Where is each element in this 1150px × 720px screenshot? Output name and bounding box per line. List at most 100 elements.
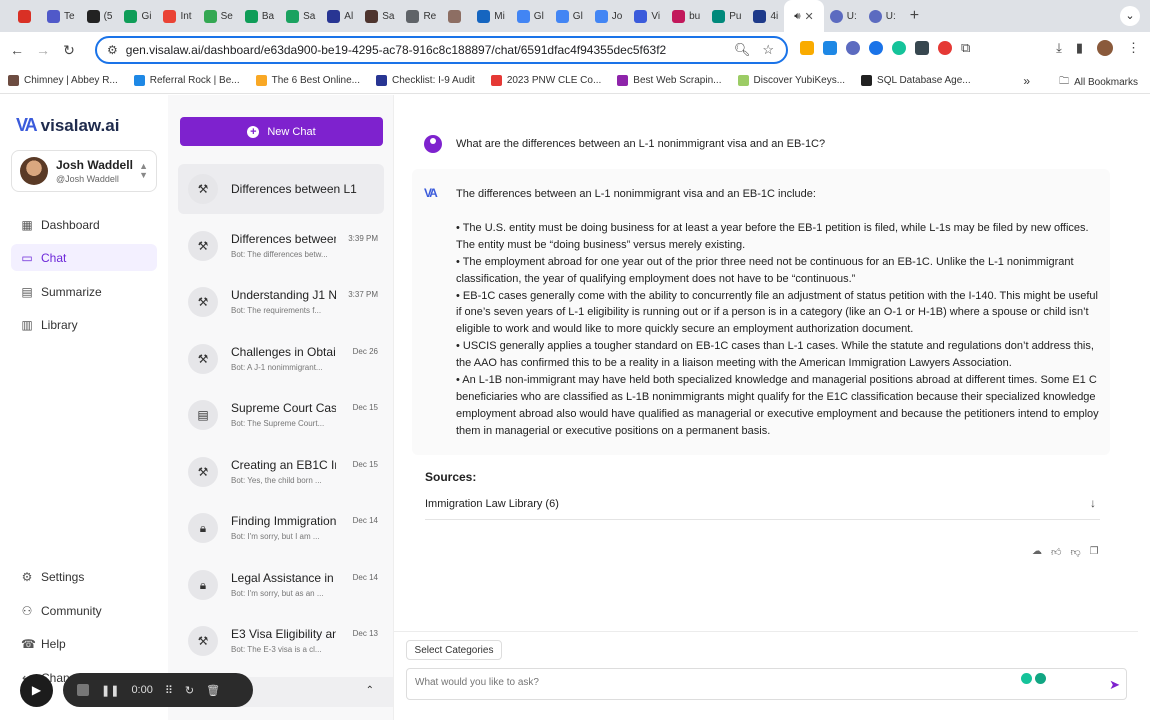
- nav-item-help[interactable]: ☎ Help: [11, 630, 157, 657]
- nav-item-library[interactable]: ▥ Library: [11, 311, 157, 338]
- bookmark-item[interactable]: Best Web Scrapin...: [617, 75, 722, 86]
- pause-icon[interactable]: ❚❚: [101, 684, 119, 697]
- more-bookmarks-icon[interactable]: »: [1023, 74, 1030, 88]
- zoom-search-icon[interactable]: 🔍︎: [734, 42, 751, 58]
- bookmark-item[interactable]: Checklist: I-9 Audit: [376, 75, 475, 86]
- chat-date: Dec 13: [352, 629, 378, 638]
- send-icon[interactable]: ➤: [1109, 677, 1120, 693]
- camera-icon[interactable]: ▶: [20, 673, 53, 707]
- nav-item-chat[interactable]: ▭ Chat: [11, 244, 157, 271]
- browser-tab[interactable]: U:: [863, 0, 902, 32]
- extension-icon[interactable]: [915, 41, 929, 55]
- profile-avatar[interactable]: [1097, 40, 1113, 56]
- copy-icon[interactable]: ❐: [1090, 546, 1099, 558]
- browser-tab[interactable]: bu: [666, 0, 706, 32]
- browser-tab[interactable]: Gi: [118, 0, 157, 32]
- bookmark-item[interactable]: SQL Database Age...: [861, 75, 971, 86]
- thumbs-down-icon[interactable]: 👎︎: [1070, 546, 1080, 558]
- nav-item-label: Library: [41, 317, 78, 332]
- source-item[interactable]: Immigration Law Library (6) ↓: [425, 494, 1100, 520]
- download-icon[interactable]: ⤓: [1056, 40, 1062, 56]
- browser-tab[interactable]: Ba: [239, 0, 280, 32]
- browser-tab[interactable]: U:: [824, 0, 863, 32]
- browser-tab[interactable]: Pu: [706, 0, 747, 32]
- browser-tab[interactable]: Al: [321, 0, 359, 32]
- chat-list-item[interactable]: 🔒︎ Legal Assistance in NYC Dec 14 Bot: I'm …: [178, 560, 384, 610]
- chat-list-item[interactable]: ⚒ Challenges in Obtaining Dec 26 Bot: A J-1…: [178, 334, 384, 384]
- extension-icon[interactable]: [869, 41, 883, 55]
- close-tab-icon[interactable]: ✕: [805, 10, 814, 23]
- select-categories-button[interactable]: Select Categories: [406, 640, 502, 660]
- arrow-down-icon[interactable]: ↓: [1090, 496, 1096, 510]
- kebab-menu-icon[interactable]: ⋮: [1127, 40, 1140, 56]
- bookmark-favicon-icon: [133, 75, 145, 86]
- ask-input[interactable]: [415, 677, 1015, 688]
- browser-tab[interactable]: Vi: [628, 0, 666, 32]
- trash-icon[interactable]: 🗑︎: [206, 684, 220, 697]
- browser-tab[interactable]: 4i: [747, 0, 784, 32]
- new-tab-icon[interactable]: +: [910, 7, 919, 25]
- user-info: Josh Waddell @Josh Waddell: [56, 158, 133, 184]
- chat-list-item[interactable]: ▤ Supreme Court Cases Dec 15 Bot: The Supre…: [178, 390, 384, 440]
- chat-title: Differences between L1: [231, 182, 357, 196]
- gavel-icon: ⚒: [188, 174, 218, 204]
- extension-icon[interactable]: [892, 41, 906, 55]
- user-card[interactable]: Josh Waddell @Josh Waddell ▲ ▼: [11, 150, 157, 192]
- sidepanel-icon[interactable]: ▮: [1076, 40, 1083, 56]
- reload-icon[interactable]: ↻: [56, 42, 82, 59]
- nav-item-label: Chat: [41, 250, 67, 265]
- tab-search-button[interactable]: ⌄: [1120, 6, 1140, 26]
- bookmark-star-icon[interactable]: ☆: [762, 42, 774, 58]
- browser-tab[interactable]: Gl: [511, 0, 550, 32]
- browser-tab[interactable]: Re: [400, 0, 442, 32]
- extension-icon[interactable]: [938, 41, 952, 55]
- browser-tab[interactable]: Sa: [359, 0, 400, 32]
- forward-icon[interactable]: →: [30, 42, 56, 58]
- extension-icon[interactable]: [846, 41, 860, 55]
- back-icon[interactable]: ←: [4, 42, 30, 58]
- grammarly-icon[interactable]: [1035, 673, 1046, 684]
- browser-tab[interactable]: (5: [81, 0, 119, 32]
- brand-logo[interactable]: VA visalaw.ai: [16, 115, 119, 136]
- new-chat-button[interactable]: + New Chat: [180, 117, 383, 146]
- stop-icon[interactable]: [77, 684, 89, 696]
- extension-icon[interactable]: [823, 41, 837, 55]
- puzzle-icon[interactable]: ⧉: [961, 40, 970, 56]
- thumbs-up-icon[interactable]: 👍︎: [1051, 546, 1061, 558]
- download-icon[interactable]: ☁: [1032, 546, 1042, 558]
- browser-tab[interactable]: Mi: [471, 0, 511, 32]
- bookmark-item[interactable]: Referral Rock | Be...: [133, 75, 240, 86]
- extension-icon[interactable]: [800, 41, 814, 55]
- all-bookmarks-button[interactable]: 🗀 All Bookmarks: [1059, 74, 1138, 91]
- nav-item-summarize[interactable]: ▤ Summarize: [11, 278, 157, 305]
- bookmark-item[interactable]: The 6 Best Online...: [255, 75, 360, 86]
- browser-tab[interactable]: Sa: [280, 0, 321, 32]
- grammarly-bulb-icon[interactable]: [1021, 673, 1032, 684]
- chat-list-item[interactable]: ⚒ Differences between L1 3:39 PM Bot: The d…: [178, 221, 384, 271]
- browser-tab[interactable]: [442, 0, 471, 32]
- browser-tab[interactable]: Te: [41, 0, 81, 32]
- browser-tab[interactable]: Se: [198, 0, 239, 32]
- browser-tab[interactable]: [12, 0, 41, 32]
- browser-tab-active[interactable]: 🔊︎ ✕: [784, 0, 824, 32]
- chat-list-item[interactable]: ⚒ Creating an EB1C Immigration Dec 15 Bot: …: [178, 447, 384, 497]
- chat-list-item[interactable]: ⚒ Differences between L1: [178, 164, 384, 214]
- tab-title: Al: [344, 10, 354, 22]
- nav-item-settings[interactable]: ⚙ Settings: [11, 563, 157, 590]
- address-bar[interactable]: ⚙ gen.visalaw.ai/dashboard/e63da900-be19…: [95, 36, 788, 64]
- browser-tab[interactable]: Int: [157, 0, 197, 32]
- site-info-icon[interactable]: ⚙: [107, 43, 118, 57]
- grip-icon[interactable]: ⠿: [165, 684, 173, 697]
- bookmark-item[interactable]: 2023 PNW CLE Co...: [490, 75, 601, 86]
- bookmark-item[interactable]: Chimney | Abbey R...: [8, 75, 118, 86]
- nav-item-community[interactable]: ⚇ Community: [11, 597, 157, 624]
- chat-list-item[interactable]: 🔒︎ Finding Immigration Dec 14 Bot: I'm sorr…: [178, 503, 384, 553]
- nav-item-dashboard[interactable]: ▦ Dashboard: [11, 211, 157, 238]
- browser-tab[interactable]: Jo: [589, 0, 629, 32]
- bookmark-item[interactable]: Discover YubiKeys...: [737, 75, 845, 86]
- chat-list-item[interactable]: ⚒ E3 Visa Eligibility and Dec 13 Bot: The E…: [178, 616, 384, 666]
- answer-point: • USCIS generally applies a tougher stan…: [456, 340, 1094, 370]
- restart-icon[interactable]: ↻: [185, 684, 194, 697]
- browser-tab[interactable]: Gl: [550, 0, 589, 32]
- chat-list-item[interactable]: ⚒ Understanding J1 Nonimmigrant 3:37 PM Bot…: [178, 277, 384, 327]
